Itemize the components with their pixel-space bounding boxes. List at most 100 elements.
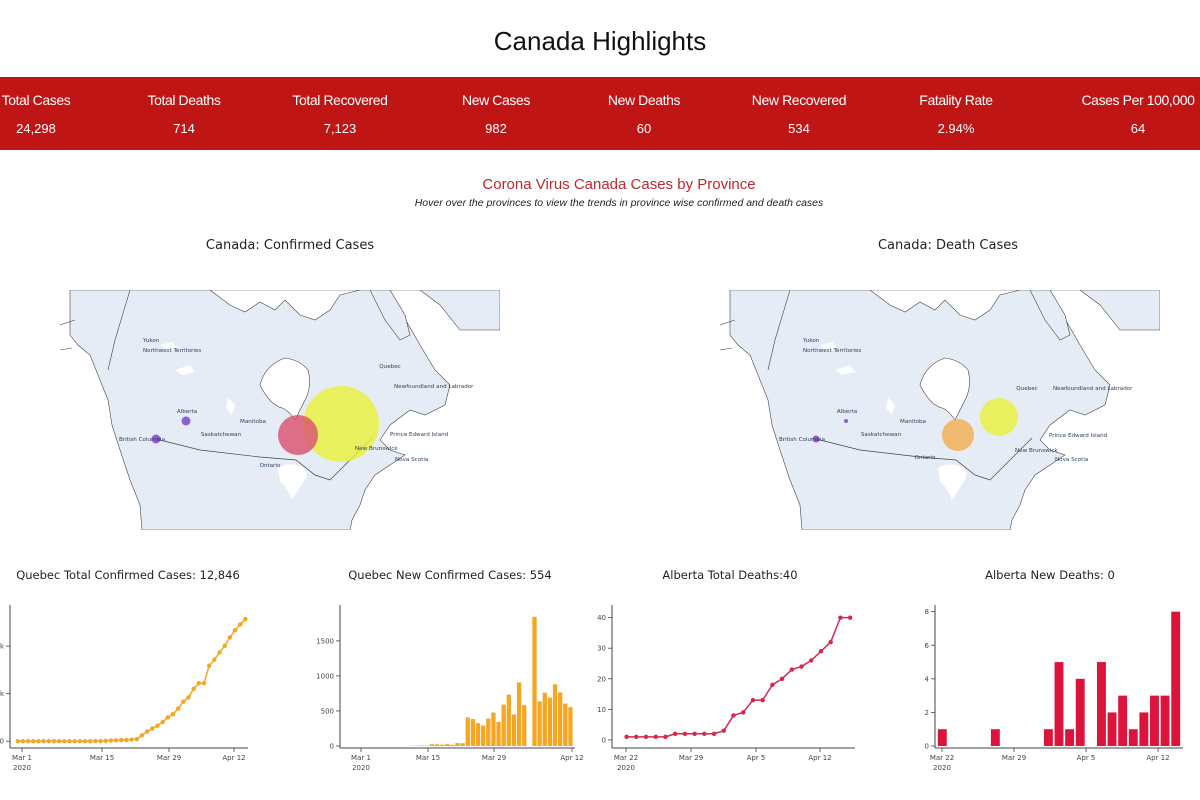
data-point [663,734,668,740]
province-label: Saskatchewan [201,432,242,438]
bar [1107,712,1117,746]
y-tick-label: 0 [330,743,334,751]
x-tick-label: Mar 29 [157,754,181,762]
bubble-quebec [980,398,1018,436]
bar [475,723,481,746]
province-label: New Brunswick [355,446,398,452]
province-label: Alberta [837,409,857,415]
stat-label: New Recovered [751,92,847,108]
data-point [20,739,26,744]
bar [419,745,424,746]
bar [1150,695,1159,746]
data-point [170,712,176,717]
stat-value: 7,123 [323,121,357,136]
data-point [67,739,72,744]
y-tick-label: 10 [597,706,606,714]
x-tick-label: Apr 12 [1146,754,1169,762]
data-point [186,695,191,700]
y-tick-label: 0 [925,743,929,751]
bar [552,684,558,746]
stat-label: Total Cases [1,92,71,108]
x-tick-label: Apr 12 [222,754,245,762]
chart-quebec-total-confirmed[interactable]: 0 5k 10k Mar 1 Mar 15 Mar 29 Apr 12 2020 [0,600,260,780]
bar [990,729,1000,746]
data-point [129,737,134,742]
bar [1054,662,1064,746]
x-tick-label: Mar 1 [351,754,371,762]
x-year-label: 2020 [352,764,370,772]
stat-value: 714 [173,121,195,136]
data-point [124,737,129,743]
data-point [160,719,165,725]
bar [1139,712,1149,746]
data-point [838,615,843,620]
y-tick-label: 40 [597,614,606,622]
data-point [847,615,853,620]
map-death-cases[interactable]: Yukon Northwest Territories Alberta British… [720,290,1160,530]
bar [1096,662,1106,746]
chart-alberta-new-deaths[interactable]: 0 2 4 6 8 Mar 22 Mar 29 Apr 5 Apr 12 2020 [900,600,1200,780]
province-label: Prince Edward Island [390,432,449,438]
bar [450,744,455,746]
data-point [624,734,629,740]
y-tick-label: 8 [925,608,929,616]
data-point [711,731,717,736]
data-point [741,710,746,715]
map-title-deaths: Canada: Death Cases [877,238,1018,253]
stat-label: Total Recovered [292,92,388,108]
data-point [206,663,212,668]
x-year-label: 2020 [617,764,635,772]
x-year-label: 2020 [13,764,31,772]
section-subtitle: Hover over the provinces to view the tre… [414,197,824,209]
data-point [139,733,145,738]
data-point [150,726,155,731]
chart-quebec-new-confirmed[interactable]: 050010001500Mar 1 Mar 15 Mar 29 Apr 122020 [300,600,590,780]
bar [486,718,491,746]
y-tick-label: 4 [925,675,930,683]
bar [563,703,568,746]
province-label: Yukon [802,338,820,344]
province-label: Quebec [379,364,400,370]
stat-label: Total Deaths [147,92,221,108]
bubble-ontario [278,415,318,455]
data-point [87,738,93,744]
data-point [155,723,160,728]
page-title: Canada Highlights [493,26,707,56]
data-point [222,643,227,649]
data-point [46,739,52,744]
stat-value: 2.94% [937,121,975,136]
y-tick-label: 5k [0,690,5,698]
map-title-confirmed: Canada: Confirmed Cases [205,238,375,253]
data-point [760,697,765,703]
y-tick-label: 30 [597,645,606,653]
province-label: Newfoundland and Labrador [1053,386,1133,392]
x-tick-label: Apr 12 [808,754,831,762]
bar [516,682,522,746]
province-label: Saskatchewan [861,432,902,438]
bar [1160,695,1170,746]
data-point [702,731,707,736]
bar [465,717,470,746]
x-year-label: 2020 [933,764,951,772]
bar [522,705,527,746]
data-point [634,734,639,740]
bar [434,744,440,746]
data-point [77,739,83,744]
data-point [93,738,98,744]
bar [496,722,501,746]
bar [537,701,542,746]
data-point [201,681,207,686]
data-point [175,706,181,711]
province-label: Ontario [260,463,281,469]
data-point [721,728,726,733]
chart-alberta-total-deaths[interactable]: 0 10 20 30 40 Mar 22 Mar 29 Apr 5 Apr 12 2020 [580,600,870,780]
bar [470,719,476,746]
map-confirmed-cases[interactable]: Yukon Northwest Territories Alberta British… [60,290,500,530]
bar [542,692,547,746]
bar [547,697,553,746]
x-tick-label: Apr 5 [1077,754,1096,762]
y-tick-label: 2 [925,709,929,717]
stat-total-recovered: Total Recovered 7,123 [270,77,410,150]
province-label: Quebec [1016,386,1037,392]
bar [460,743,465,746]
